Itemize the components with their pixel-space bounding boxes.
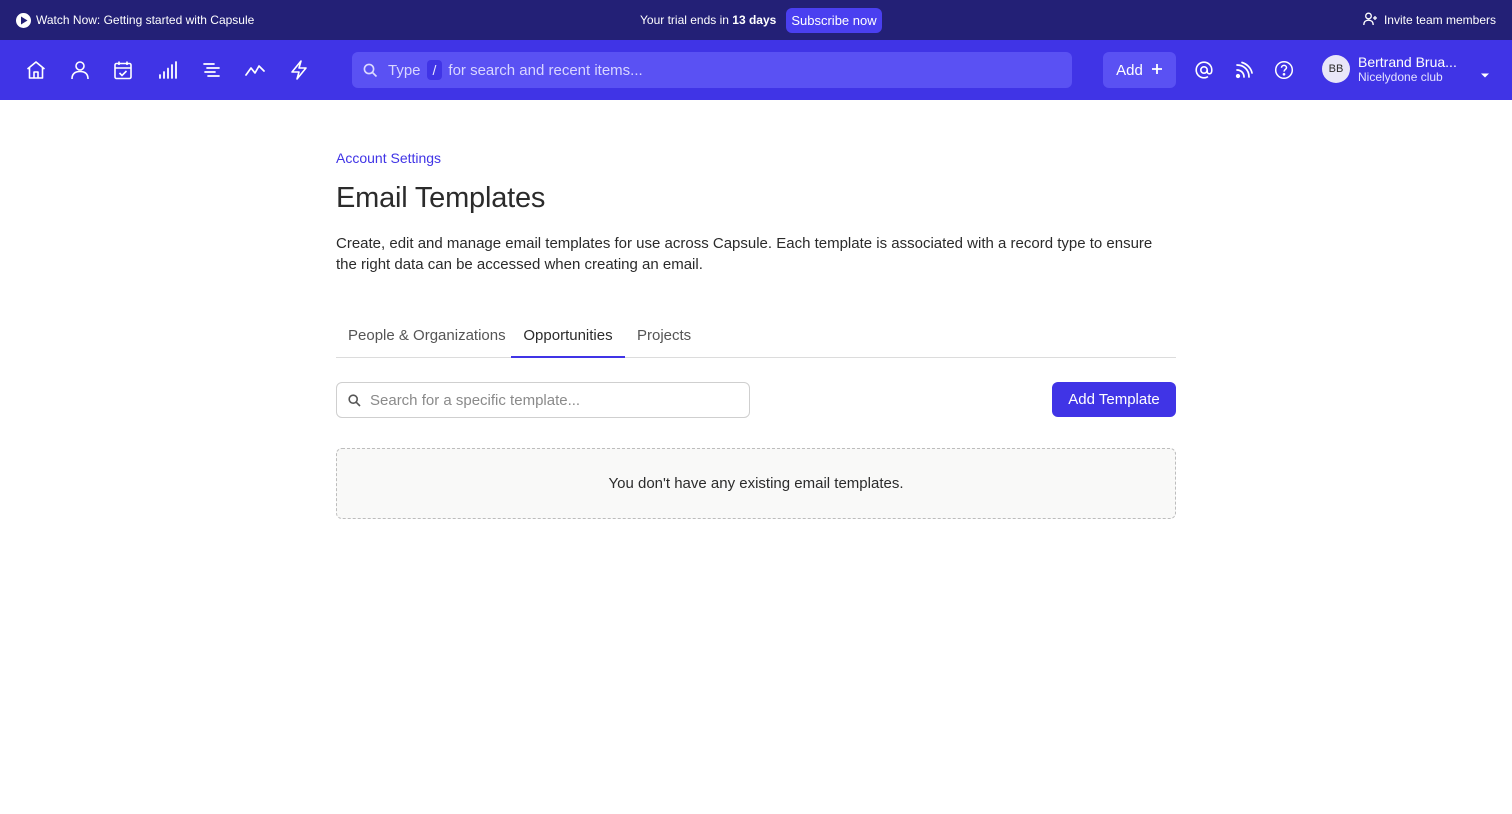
trial-banner: Watch Now: Getting started with Capsule … xyxy=(0,0,1512,40)
watch-now-label: Watch Now: Getting started with Capsule xyxy=(36,13,255,27)
trial-prefix: Your trial ends in xyxy=(640,13,729,27)
home-icon[interactable] xyxy=(24,58,48,82)
trial-text: Your trial ends in 13 days xyxy=(640,13,776,27)
lightning-icon[interactable] xyxy=(287,58,311,82)
list-icon[interactable] xyxy=(199,58,223,82)
add-template-button[interactable]: Add Template xyxy=(1052,382,1176,417)
trend-line-icon[interactable] xyxy=(243,58,267,82)
search-shortcut-key: / xyxy=(426,60,443,80)
subscribe-button[interactable]: Subscribe now xyxy=(786,7,882,33)
template-search-placeholder: Search for a specific template... xyxy=(370,391,581,409)
record-type-tabs: People & Organizations Opportunities Pro… xyxy=(336,315,1176,358)
tab-label: People & Organizations xyxy=(348,327,506,344)
feed-icon[interactable] xyxy=(1232,58,1256,82)
search-prefix: Type xyxy=(388,61,421,79)
mention-icon[interactable] xyxy=(1192,58,1216,82)
avatar: BB xyxy=(1322,55,1350,83)
page-title: Email Templates xyxy=(336,182,546,214)
trial-notice: Your trial ends in 13 days Subscribe now xyxy=(640,0,882,40)
chevron-down-icon[interactable] xyxy=(1480,66,1490,84)
add-label: Add xyxy=(1116,61,1143,79)
calendar-check-icon[interactable] xyxy=(111,58,135,82)
template-toolbar: Search for a specific template... Add Te… xyxy=(336,382,1176,418)
search-icon xyxy=(363,63,378,78)
bar-chart-icon[interactable] xyxy=(155,58,179,82)
watch-now-link[interactable]: Watch Now: Getting started with Capsule xyxy=(16,12,255,28)
breadcrumb[interactable]: Account Settings xyxy=(336,150,441,166)
play-icon xyxy=(16,12,31,28)
help-icon[interactable] xyxy=(1272,58,1296,82)
add-user-icon xyxy=(1363,12,1378,29)
empty-state: You don't have any existing email templa… xyxy=(336,448,1176,519)
invite-label: Invite team members xyxy=(1383,13,1496,27)
page-description: Create, edit and manage email templates … xyxy=(336,235,1153,273)
user-info: Bertrand Brua... Nicelydone club xyxy=(1358,54,1457,84)
plus-icon xyxy=(1151,62,1163,79)
add-button[interactable]: Add xyxy=(1103,52,1176,88)
template-search-input[interactable]: Search for a specific template... xyxy=(336,382,750,418)
empty-message: You don't have any existing email templa… xyxy=(608,475,904,492)
user-org: Nicelydone club xyxy=(1358,70,1443,84)
user-name: Bertrand Brua... xyxy=(1358,54,1457,70)
main-nav: Type / for search and recent items... Ad… xyxy=(0,40,1512,100)
person-icon[interactable] xyxy=(68,58,92,82)
main-content: Account Settings Email Templates Create,… xyxy=(336,100,1176,519)
invite-team-button[interactable]: Invite team members xyxy=(1363,12,1496,29)
tab-label: Opportunities xyxy=(523,327,613,344)
tab-people-organizations[interactable]: People & Organizations xyxy=(336,315,518,358)
trial-days: 13 days xyxy=(732,13,777,27)
global-search[interactable]: Type / for search and recent items... xyxy=(352,52,1072,88)
tab-label: Projects xyxy=(637,327,692,344)
tab-opportunities[interactable]: Opportunities xyxy=(511,315,625,358)
search-icon xyxy=(348,393,361,407)
tab-projects[interactable]: Projects xyxy=(625,315,703,358)
search-suffix: for search and recent items... xyxy=(448,61,643,79)
user-menu[interactable]: BB Bertrand Brua... Nicelydone club xyxy=(1322,54,1457,84)
